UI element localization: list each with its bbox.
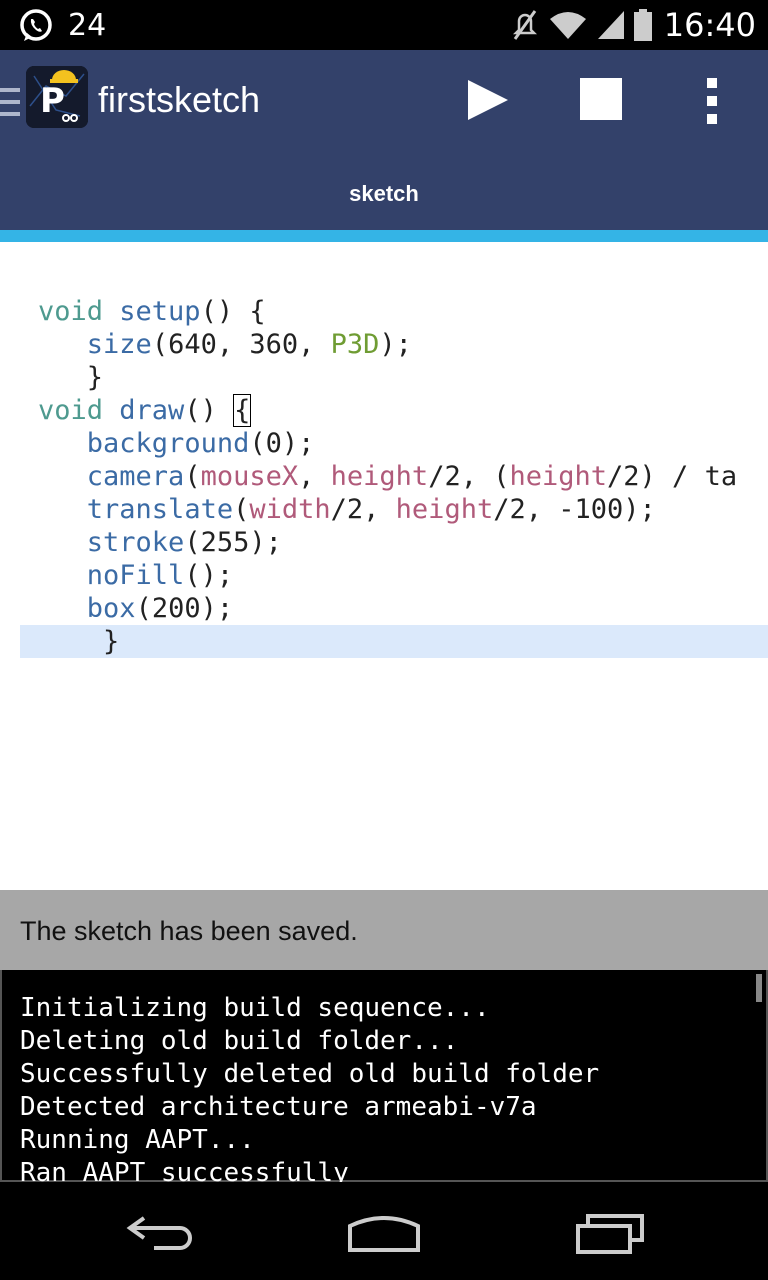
- console-line: Detected architecture armeabi-v7a: [20, 1092, 537, 1122]
- back-icon[interactable]: [124, 1212, 196, 1252]
- code-token: draw: [119, 395, 185, 426]
- code-token: noFill: [86, 560, 185, 591]
- code-token: setup: [119, 296, 201, 327]
- console-scrollbar[interactable]: [756, 974, 762, 1002]
- tab-sketch[interactable]: sketch: [0, 166, 768, 226]
- status-message: The sketch has been saved.: [20, 916, 358, 946]
- code-token: /2, (: [428, 461, 510, 492]
- message-bar: The sketch has been saved.: [0, 890, 768, 970]
- code-token: /2,: [330, 494, 396, 525]
- code-token: (640, 360,: [151, 329, 331, 360]
- code-token: );: [379, 329, 412, 360]
- code-token: camera: [86, 461, 185, 492]
- code-token: (0);: [249, 428, 315, 459]
- mute-icon: [512, 10, 537, 40]
- code-line: void draw() {: [38, 394, 252, 427]
- code-token: size: [86, 329, 152, 360]
- code-token: /2, -100);: [493, 494, 656, 525]
- code-token: void: [38, 395, 120, 426]
- code-line: translate(width/2, height/2, -100);: [38, 493, 656, 526]
- code-token: box: [86, 593, 136, 624]
- stop-icon[interactable]: [580, 78, 622, 120]
- code-line: void setup() {: [38, 295, 266, 328]
- processing-app-icon[interactable]: P: [26, 66, 88, 128]
- console-line: Initializing build sequence...: [20, 993, 490, 1023]
- code-token: /2) / ta: [607, 461, 738, 492]
- tab-indicator: [0, 230, 768, 242]
- console-line: Deleting old build folder...: [20, 1026, 459, 1056]
- status-bar: 24 16:40: [0, 0, 768, 50]
- battery-icon: [633, 9, 652, 41]
- clock: 16:40: [663, 6, 756, 44]
- code-token: width: [249, 494, 331, 525]
- code-line: size(640, 360, P3D);: [38, 328, 412, 361]
- code-token: height: [395, 494, 494, 525]
- code-line: }: [38, 625, 119, 658]
- code-editor[interactable]: void setup() { size(640, 360, P3D); } voi…: [0, 242, 768, 890]
- code-token: translate: [86, 494, 234, 525]
- console-line: Successfully deleted old build folder: [20, 1059, 600, 1089]
- navigation-bar: [0, 1182, 768, 1280]
- code-line: }: [38, 361, 103, 394]
- code-token: () {: [200, 296, 266, 327]
- code-token: {: [233, 394, 252, 427]
- wifi-icon: [549, 12, 586, 39]
- code-token: (255);: [184, 527, 282, 558]
- code-token: }: [38, 626, 120, 657]
- code-token: ();: [184, 560, 234, 591]
- code-token: void: [38, 296, 120, 327]
- console-line: Running AAPT...: [20, 1125, 255, 1155]
- code-token: stroke: [86, 527, 185, 558]
- code-token: P3D: [330, 329, 380, 360]
- code-token: height: [509, 461, 608, 492]
- whatsapp-icon: [20, 9, 52, 41]
- sketch-title: firstsketch: [98, 79, 261, 120]
- code-token: background: [86, 428, 250, 459]
- overflow-menu-icon[interactable]: [702, 78, 722, 126]
- code-line: stroke(255);: [38, 526, 282, 559]
- code-token: (: [184, 461, 201, 492]
- action-bar: P firstsketch sketch: [0, 50, 768, 230]
- code-line: camera(mouseX, height/2, (height/2) / ta: [38, 460, 737, 493]
- code-token: mouseX: [200, 461, 299, 492]
- code-line: noFill();: [38, 559, 233, 592]
- svg-text:P: P: [40, 81, 65, 121]
- recent-apps-icon[interactable]: [574, 1212, 646, 1256]
- code-line: background(0);: [38, 427, 315, 460]
- code-line: box(200);: [38, 592, 233, 625]
- code-token: }: [38, 362, 104, 393]
- home-icon[interactable]: [346, 1212, 422, 1254]
- code-token: ,: [298, 461, 331, 492]
- signal-icon: [597, 11, 624, 39]
- code-token: height: [330, 461, 429, 492]
- current-line-highlight: [20, 625, 768, 658]
- play-icon[interactable]: [464, 76, 512, 124]
- console-output[interactable]: Initializing build sequence... Deleting …: [0, 970, 768, 1182]
- code-token: (: [233, 494, 250, 525]
- code-token: (200);: [135, 593, 234, 624]
- notification-count: 24: [68, 8, 107, 43]
- drawer-icon[interactable]: [0, 86, 20, 118]
- code-token: (): [184, 395, 234, 426]
- console-line: Ran AAPT successfully: [20, 1158, 349, 1182]
